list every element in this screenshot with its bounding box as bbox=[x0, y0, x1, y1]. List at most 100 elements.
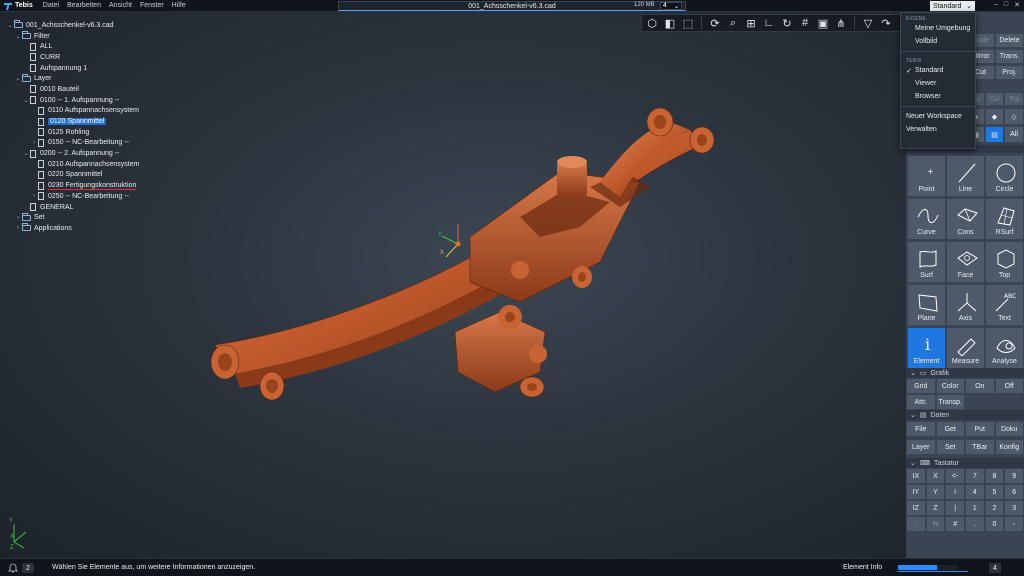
expand-toggle-icon[interactable]: ⌄ bbox=[14, 33, 22, 40]
3d-viewport[interactable]: Y X Y X Z ⌄ 001_Achsschenkel-v6.3.cad ⌄ Fil… bbox=[0, 12, 906, 558]
top-button[interactable]: Top bbox=[985, 241, 1024, 283]
tree-item[interactable]: ⌄ 001_Achsschenkel-v6.3.cad bbox=[6, 20, 139, 31]
view-iso-icon[interactable]: ◧ bbox=[663, 16, 677, 30]
refresh-icon[interactable]: ⟳ bbox=[708, 16, 722, 30]
bell-icon[interactable] bbox=[8, 563, 18, 573]
plane-button[interactable]: Plane bbox=[907, 284, 946, 326]
expand-toggle-icon[interactable]: › bbox=[14, 225, 22, 231]
tastatur-btn-9[interactable]: 4 bbox=[965, 484, 985, 500]
grafik-btn-0[interactable]: Grid bbox=[906, 378, 936, 394]
daten-section-header[interactable]: ⌄ ▤ Daten bbox=[906, 410, 1024, 420]
expand-toggle-icon[interactable]: › bbox=[14, 215, 22, 221]
menu-bearbeiten[interactable]: Bearbeiten bbox=[63, 2, 105, 9]
tree-item[interactable]: 0120 Spannmittel bbox=[6, 116, 139, 127]
tree-item[interactable]: ALL bbox=[6, 41, 139, 52]
tree-item[interactable]: 0110 Aufspannachsensystem bbox=[6, 106, 139, 117]
expand-toggle-icon[interactable]: ⌄ bbox=[6, 22, 14, 29]
tastatur-btn-16[interactable]: 2 bbox=[984, 500, 1005, 516]
tree-item[interactable]: ⌄ Layer bbox=[6, 73, 139, 84]
frame-icon[interactable]: ▣ bbox=[816, 16, 830, 30]
trans-button[interactable]: Trans. bbox=[995, 49, 1024, 64]
ws-vollbild[interactable]: Vollbild bbox=[901, 35, 975, 48]
tree-item[interactable]: 0220 Spannmittel bbox=[6, 170, 139, 181]
tastatur-btn-20[interactable]: # bbox=[945, 516, 965, 532]
section-icon[interactable]: ⋔ bbox=[834, 16, 848, 30]
search-icon[interactable]: ⌕ bbox=[726, 16, 740, 30]
tree-item[interactable]: ⌄ 0100 -- 1. Aufspannung -- bbox=[6, 95, 139, 106]
tastatur-btn-14[interactable]: | bbox=[945, 500, 965, 516]
tastatur-btn-2[interactable]: <- bbox=[945, 468, 965, 484]
workspace-select[interactable]: Standard ⌄ bbox=[930, 1, 975, 11]
grafik-section-header[interactable]: ⌄ ▭ Grafik bbox=[906, 368, 1024, 378]
view-wire-icon[interactable]: ⬚ bbox=[681, 16, 695, 30]
menu-fenster[interactable]: Fenster bbox=[136, 2, 168, 9]
notification-count[interactable]: 2 bbox=[22, 563, 34, 573]
tastatur-section-header[interactable]: ⌄ ⌨ Tastatur bbox=[906, 458, 1024, 468]
tastatur-btn-5[interactable]: 9 bbox=[1004, 468, 1024, 484]
cons-button[interactable]: Cons bbox=[946, 198, 985, 240]
view-count-select[interactable]: 4 ⌄ bbox=[660, 2, 682, 10]
ws-meine-umgebung[interactable]: Meine Umgebung bbox=[901, 22, 975, 35]
daten-btn-1[interactable]: Get bbox=[935, 421, 965, 437]
tastatur-btn-1[interactable]: X bbox=[925, 468, 946, 484]
ws-neuer-workspace[interactable]: Neuer Workspace bbox=[901, 110, 975, 123]
analyse-button[interactable]: Analyse bbox=[985, 327, 1024, 369]
zoom-fit-icon[interactable]: ⊞ bbox=[744, 16, 758, 30]
rsurf-button[interactable]: RSurf bbox=[985, 198, 1024, 240]
tree-item[interactable]: › Applications bbox=[6, 223, 139, 234]
axis-icon[interactable]: ∟ bbox=[762, 16, 776, 30]
tastatur-btn-15[interactable]: 1 bbox=[965, 500, 985, 516]
element-button[interactable]: i Element bbox=[907, 327, 946, 369]
close-icon[interactable]: ✕ bbox=[1014, 1, 1020, 9]
col-button[interactable]: Col bbox=[985, 92, 1004, 106]
menu-datei[interactable]: Datei bbox=[39, 2, 63, 9]
line-button[interactable]: Line bbox=[946, 155, 985, 197]
filter-icon[interactable]: ▽ bbox=[861, 16, 875, 30]
tastatur-btn-0[interactable]: IX bbox=[906, 468, 926, 484]
measure-button[interactable]: Measure bbox=[946, 327, 985, 369]
trp-button[interactable]: Trp bbox=[1004, 92, 1024, 106]
text-button[interactable]: ABC Text bbox=[985, 284, 1024, 326]
tree-item[interactable]: 0230 Fertigungskonstruktion bbox=[6, 180, 139, 191]
menu-ansicht[interactable]: Ansicht bbox=[105, 2, 136, 9]
daten-btn-3[interactable]: Doku bbox=[994, 421, 1024, 437]
menu-hilfe[interactable]: Hilfe bbox=[168, 2, 190, 9]
solid-select-button[interactable]: ◆ bbox=[985, 108, 1004, 125]
tree-item[interactable]: CURR bbox=[6, 52, 139, 63]
daten-btn-4[interactable]: Layer bbox=[906, 439, 936, 455]
axis-button[interactable]: Axis bbox=[946, 284, 985, 326]
grafik-btn-4[interactable]: Attr. bbox=[906, 394, 936, 410]
redo-icon[interactable]: ↷ bbox=[879, 16, 893, 30]
maximize-icon[interactable]: □ bbox=[1004, 1, 1008, 9]
tastatur-btn-17[interactable]: 3 bbox=[1004, 500, 1024, 516]
curve-button[interactable]: Curve bbox=[907, 198, 946, 240]
tastatur-btn-19[interactable]: N bbox=[925, 516, 946, 532]
tastatur-btn-7[interactable]: Y bbox=[925, 484, 946, 500]
tree-item[interactable]: 0125 Rohling bbox=[6, 127, 139, 138]
tree-item[interactable]: Aufspannung 1 bbox=[6, 63, 139, 74]
delete-button[interactable]: Delete bbox=[995, 33, 1024, 48]
tree-item[interactable]: 0210 Aufspannachsensystem bbox=[6, 159, 139, 170]
expand-toggle-icon[interactable]: ⌄ bbox=[22, 150, 30, 157]
grafik-btn-3[interactable]: Off bbox=[994, 378, 1024, 394]
proj-button[interactable]: Proj. bbox=[995, 65, 1024, 80]
grid-icon[interactable]: # bbox=[798, 16, 812, 30]
expand-toggle-icon[interactable]: › bbox=[30, 140, 38, 146]
daten-btn-7[interactable]: Konfig bbox=[994, 439, 1024, 455]
tastatur-btn-13[interactable]: Z bbox=[925, 500, 946, 516]
expand-toggle-icon[interactable]: › bbox=[30, 193, 38, 199]
tree-item[interactable]: 0010 Bauteil bbox=[6, 84, 139, 95]
all-button[interactable]: All bbox=[1004, 126, 1024, 143]
layer-tree[interactable]: ⌄ 001_Achsschenkel-v6.3.cad ⌄ Filter ALL CURR… bbox=[6, 20, 139, 234]
tastatur-btn-11[interactable]: 6 bbox=[1004, 484, 1024, 500]
tastatur-btn-22[interactable]: 0 bbox=[984, 516, 1005, 532]
grafik-btn-5[interactable]: Transp. bbox=[935, 394, 965, 410]
tastatur-btn-3[interactable]: 7 bbox=[965, 468, 985, 484]
tastatur-btn-10[interactable]: 5 bbox=[984, 484, 1005, 500]
point-button[interactable]: + Point bbox=[907, 155, 946, 197]
tastatur-btn-21[interactable]: . bbox=[965, 516, 985, 532]
tastatur-btn-18[interactable]: : bbox=[906, 516, 926, 532]
tastatur-btn-12[interactable]: IZ bbox=[906, 500, 926, 516]
expand-toggle-icon[interactable]: ⌄ bbox=[14, 75, 22, 82]
minimize-icon[interactable]: – bbox=[994, 1, 998, 9]
